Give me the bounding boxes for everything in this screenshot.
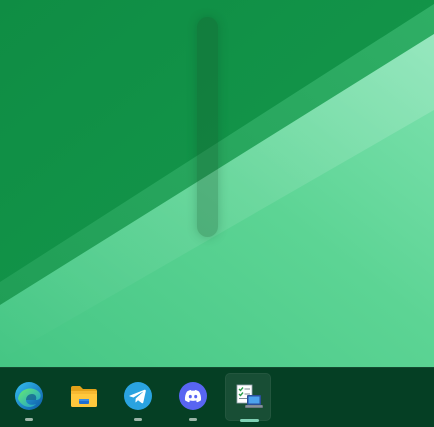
running-indicator	[134, 418, 142, 421]
taskbar-app-edge[interactable]	[6, 373, 52, 421]
folder-icon	[71, 386, 97, 407]
window-snap-indicator	[197, 17, 218, 237]
active-indicator	[240, 419, 259, 422]
desktop	[0, 0, 434, 367]
running-indicator	[25, 418, 33, 421]
taskbar	[0, 367, 434, 427]
remote-desktop-icon	[236, 384, 263, 408]
running-indicator	[189, 418, 197, 421]
taskbar-app-remote-desktop-tools[interactable]	[225, 373, 271, 422]
taskbar-app-file-explorer[interactable]	[61, 373, 107, 421]
taskbar-app-telegram[interactable]	[115, 373, 161, 421]
discord-icon	[179, 382, 207, 410]
edge-icon	[15, 382, 43, 410]
taskbar-app-discord[interactable]	[170, 373, 216, 421]
telegram-icon	[124, 382, 152, 410]
